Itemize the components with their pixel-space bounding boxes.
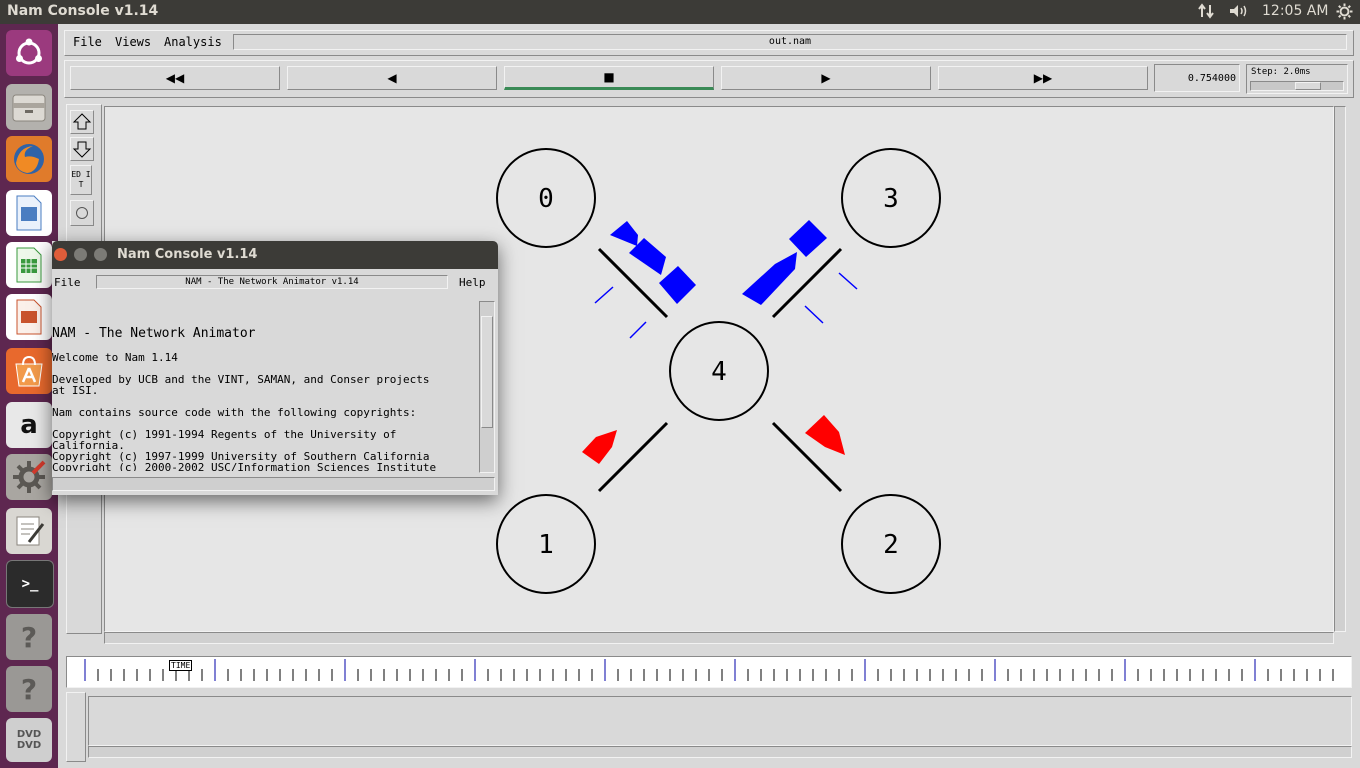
- dvd-icon[interactable]: DVD DVD: [6, 718, 52, 762]
- step-slider-thumb[interactable]: [1295, 82, 1321, 90]
- console-line: Developed by UCB and the VINT, SAMAN, an…: [52, 373, 430, 386]
- packet-red: [805, 415, 845, 455]
- dvd-label: DVD: [16, 740, 42, 751]
- node-label: 3: [883, 184, 899, 214]
- console-v-scrollbar[interactable]: [479, 301, 495, 473]
- packet-red: [582, 430, 617, 464]
- active-app-title: Nam Console v1.14: [7, 3, 159, 19]
- amazon-icon[interactable]: a: [6, 402, 52, 448]
- queue-marker: [838, 272, 858, 290]
- edit-button[interactable]: ED IT: [70, 165, 92, 195]
- step-control: Step: 2.0ms: [1246, 64, 1348, 94]
- node-label: 2: [883, 530, 899, 560]
- console-line: Copyright (c) 2000-2002 USC/Information …: [52, 461, 437, 471]
- canvas-v-scrollbar[interactable]: [1334, 106, 1346, 632]
- rewind-button[interactable]: ◀◀: [70, 66, 280, 90]
- sim-time-display: 0.754000: [1154, 64, 1240, 92]
- step-back-button[interactable]: ◀: [287, 66, 497, 90]
- top-panel: Nam Console v1.14 12:05 AM: [0, 0, 1360, 24]
- annotation-h-scrollbar[interactable]: [88, 746, 1352, 758]
- console-line: at ISI.: [52, 384, 99, 397]
- console-menu-help[interactable]: Help: [459, 276, 486, 289]
- console-h-scrollbar[interactable]: [52, 477, 495, 491]
- console-menubar: File NAM - The Network Animator v1.14 He…: [52, 269, 498, 295]
- node-label: 0: [538, 184, 554, 214]
- zoom-in-icon[interactable]: [70, 110, 94, 134]
- unknown-app-icon[interactable]: ?: [6, 666, 52, 712]
- minimize-icon[interactable]: [74, 248, 87, 261]
- annotation-v-scrollbar[interactable]: [66, 692, 86, 762]
- unity-launcher: a >_ ? ? DVD DVD: [0, 24, 58, 768]
- console-titlebar: Nam Console v1.14: [52, 241, 498, 269]
- files-icon[interactable]: [6, 84, 52, 130]
- unknown-glyph: ?: [20, 620, 38, 654]
- play-button[interactable]: ▶: [721, 66, 931, 90]
- unknown-glyph: ?: [20, 672, 38, 706]
- impress-icon[interactable]: [6, 294, 52, 340]
- software-center-icon[interactable]: [6, 348, 52, 394]
- text-editor-icon[interactable]: [6, 508, 52, 554]
- step-slider[interactable]: [1250, 81, 1344, 91]
- menu-file[interactable]: File: [73, 35, 102, 49]
- terminal-icon[interactable]: >_: [6, 560, 54, 608]
- console-line: Welcome to Nam 1.14: [52, 351, 178, 364]
- menu-views[interactable]: Views: [115, 35, 151, 49]
- console-menu-file[interactable]: File: [54, 276, 81, 289]
- console-title: Nam Console v1.14: [117, 247, 258, 262]
- node-label: 4: [711, 357, 727, 387]
- network-arrows-icon[interactable]: [1197, 3, 1215, 19]
- menubar: File Views Analysis out.nam: [64, 30, 1354, 56]
- time-marker[interactable]: TIME: [169, 660, 193, 671]
- packet-blue: [610, 221, 638, 246]
- firefox-icon[interactable]: [6, 136, 52, 182]
- terminal-glyph: >_: [21, 576, 39, 592]
- nam-console-window: Nam Console v1.14 File NAM - The Network…: [52, 241, 498, 495]
- packet-blue: [789, 220, 827, 257]
- console-v-scrollbar-thumb[interactable]: [481, 316, 493, 428]
- fast-forward-button[interactable]: ▶▶: [938, 66, 1148, 90]
- zoom-out-icon[interactable]: [70, 137, 94, 161]
- dvd-label: DVD: [16, 729, 42, 740]
- system-settings-icon[interactable]: [6, 454, 52, 500]
- calc-icon[interactable]: [6, 242, 52, 288]
- packet-blue: [742, 252, 797, 305]
- amazon-glyph: a: [20, 410, 38, 440]
- queue-marker: [594, 286, 614, 304]
- link-3-4: [771, 247, 843, 319]
- annotation-panel: [88, 696, 1352, 746]
- node-tool-button[interactable]: [70, 200, 94, 226]
- console-output[interactable]: NAM - The Network Animator Welcome to Na…: [52, 301, 477, 471]
- trace-filename-field: out.nam: [233, 34, 1347, 50]
- writer-icon[interactable]: [6, 190, 52, 236]
- step-label: Step: 2.0ms: [1251, 67, 1311, 77]
- maximize-icon[interactable]: [94, 248, 107, 261]
- close-icon[interactable]: [54, 248, 67, 261]
- canvas-h-scrollbar[interactable]: [104, 632, 1334, 644]
- stop-button[interactable]: ■: [504, 66, 714, 90]
- packet-blue: [659, 266, 696, 304]
- settings-gear-icon[interactable]: [1336, 3, 1353, 20]
- clock[interactable]: 12:05 AM: [1262, 3, 1328, 19]
- timeline[interactable]: TIME: [66, 656, 1352, 688]
- menu-analysis[interactable]: Analysis: [164, 35, 222, 49]
- console-line: Nam contains source code with the follow…: [52, 406, 417, 419]
- console-header-field: NAM - The Network Animator v1.14: [96, 275, 448, 289]
- queue-marker: [804, 305, 824, 324]
- ubuntu-dash-icon[interactable]: [6, 30, 52, 76]
- console-line: NAM - The Network Animator: [52, 326, 256, 341]
- node-label: 1: [538, 530, 554, 560]
- queue-marker: [629, 321, 647, 339]
- volume-icon[interactable]: [1228, 3, 1250, 19]
- unknown-app-icon[interactable]: ?: [6, 614, 52, 660]
